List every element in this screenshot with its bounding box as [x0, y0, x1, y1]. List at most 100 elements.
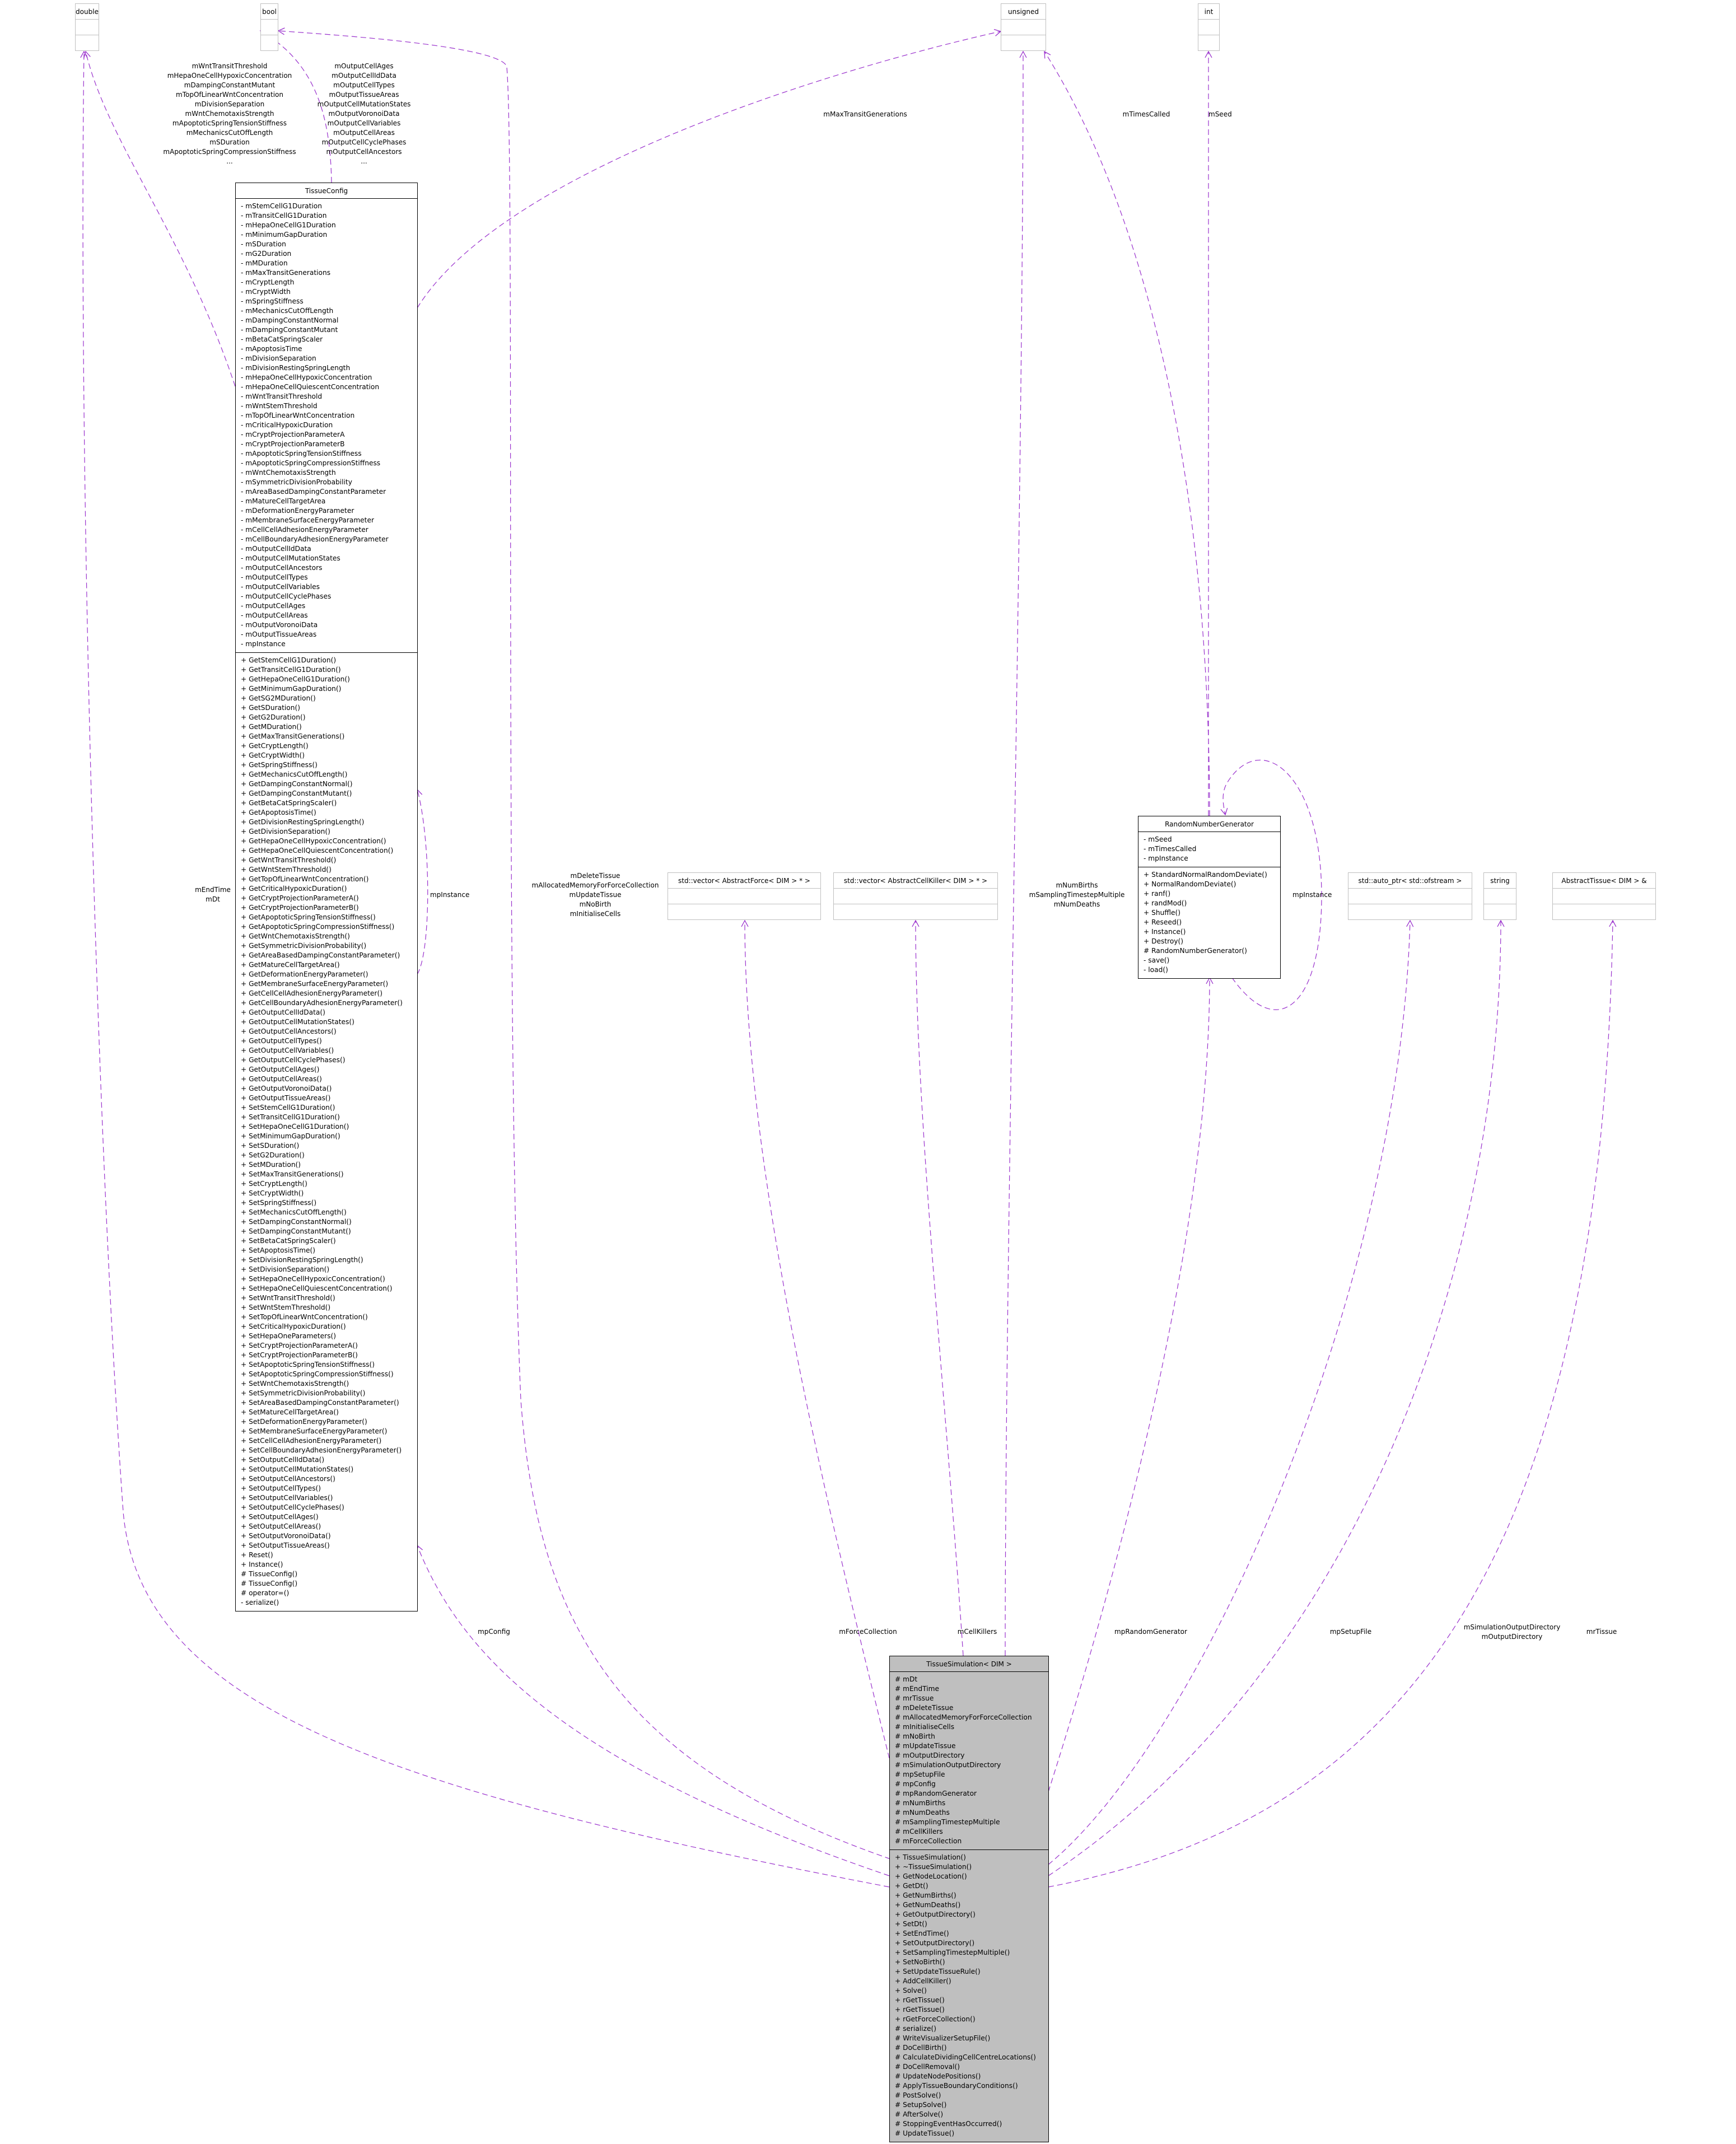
member-item: - mHepaOneCellG1Duration — [241, 221, 336, 229]
member-item: # TissueConfig() — [241, 1580, 298, 1587]
method-list: + GetStemCellG1Duration() + GetTransitCel… — [236, 653, 417, 1611]
edge-label-line: mWntChemotaxisStrength — [185, 110, 274, 118]
member-item: + AddCellKiller() — [895, 1977, 951, 1985]
member-item: + SetApoptoticSpringCompressionStiffness… — [241, 1370, 394, 1378]
member-item: + GetApoptosisTime() — [241, 809, 316, 816]
member-item: # mEndTime — [895, 1685, 939, 1693]
member-item: - mpInstance — [241, 640, 286, 648]
type-box-bool[interactable]: bool — [260, 3, 278, 51]
member-item: + SetSymmetricDivisionProbability() — [241, 1389, 366, 1397]
member-item: - mCryptLength — [241, 278, 295, 286]
type-box-vector-killer[interactable]: std::vector< AbstractCellKiller< DIM > *… — [833, 872, 998, 920]
member-item: + SetDt() — [895, 1920, 927, 1928]
member-item: - mOutputCellAncestors — [241, 564, 323, 572]
member-item: + SetApoptosisTime() — [241, 1246, 316, 1254]
member-item: + SetNoBirth() — [895, 1958, 945, 1966]
edge-label-line: mSDuration — [209, 138, 250, 146]
member-item: # mCellKillers — [895, 1828, 943, 1835]
member-item: - mCellCellAdhesionEnergyParameter — [241, 526, 368, 534]
member-item: # PostSolve() — [895, 2091, 941, 2099]
member-item: # mOutputDirectory — [895, 1751, 965, 1759]
type-box-vector-force[interactable]: std::vector< AbstractForce< DIM > * > — [668, 872, 821, 920]
member-item: + GetBetaCatSpringScaler() — [241, 799, 337, 807]
edge-label-line: mpInstance — [1292, 891, 1332, 899]
member-item: + SetOutputDirectory() — [895, 1939, 975, 1947]
member-item: + SetHepaOneCellG1Duration() — [241, 1123, 349, 1131]
edge-label-line: mNumDeaths — [1053, 900, 1100, 908]
member-item: - mTransitCellG1Duration — [241, 212, 327, 219]
edge-label-line: mNumBirths — [1056, 881, 1098, 889]
class-box-tissue-config[interactable]: TissueConfig - mStemCellG1Duration - mTra… — [235, 183, 418, 1611]
type-box-double[interactable]: double — [75, 3, 99, 51]
edge-label-rng-int: mSeed — [1208, 110, 1232, 119]
edge-label-line: mInitialiseCells — [570, 910, 621, 918]
member-item: + SetMaxTransitGenerations() — [241, 1170, 344, 1178]
edge-label-line: mpSetupFile — [1329, 1628, 1372, 1636]
member-item: + SetCriticalHypoxicDuration() — [241, 1323, 346, 1330]
member-item: - mCryptProjectionParameterA — [241, 431, 345, 438]
member-item: - mWntStemThreshold — [241, 402, 318, 410]
member-item: + SetHepaOneCellHypoxicConcentration() — [241, 1275, 385, 1283]
member-item: + Shuffle() — [1144, 909, 1181, 917]
member-item: + GetWntStemThreshold() — [241, 866, 332, 874]
type-box-string[interactable]: string — [1483, 872, 1516, 920]
member-item: - mOutputCellVariables — [241, 583, 320, 591]
member-item: - mMDuration — [241, 259, 288, 267]
edge-label-config-bool: mOutputCellAges mOutputCellIdData mOutputC… — [318, 62, 411, 166]
member-item: + GetDampingConstantMutant() — [241, 790, 352, 797]
member-item: + SetDeformationEnergyParameter() — [241, 1418, 367, 1426]
member-item: + SetMinimumGapDuration() — [241, 1132, 340, 1140]
member-item: - mSymmetricDivisionProbability — [241, 478, 352, 486]
member-item: - mDivisionSeparation — [241, 354, 316, 362]
member-item: + GetHepaOneCellG1Duration() — [241, 675, 350, 683]
member-item: + rGetTissue() — [895, 2006, 945, 2014]
edge-label-line: mTopOfLinearWntConcentration — [176, 91, 283, 99]
edge-label-line: mOutputCellIdData — [332, 72, 396, 80]
member-item: + GetG2Duration() — [241, 713, 306, 721]
edge-label-line: mCellKillers — [957, 1628, 997, 1636]
edge-label-line: mOutputCellTypes — [333, 81, 395, 89]
member-item: - mG2Duration — [241, 250, 292, 258]
member-item: + SetOutputCellCyclePhases() — [241, 1503, 344, 1511]
type-box-abstract-tissue[interactable]: AbstractTissue< DIM > & — [1552, 872, 1656, 920]
edge-label-sim-config: mpConfig — [478, 1627, 510, 1637]
edge-label-line: mOutputTissueAreas — [329, 91, 399, 99]
member-item: - mOutputCellMutationStates — [241, 554, 340, 562]
member-item: + SetCryptProjectionParameterB() — [241, 1351, 358, 1359]
member-item: + SetMDuration() — [241, 1161, 301, 1169]
member-item: + SetDivisionRestingSpringLength() — [241, 1256, 363, 1264]
type-box-unsigned[interactable]: unsigned — [1001, 3, 1046, 51]
type-box-int[interactable]: int — [1198, 3, 1220, 51]
edge-label-sim-rng: mpRandomGenerator — [1114, 1627, 1187, 1637]
member-item: + SetHepaOneCellQuiescentConcentration() — [241, 1284, 393, 1292]
class-box-random-number-generator[interactable]: RandomNumberGenerator - mSeed - mTimesCal… — [1138, 816, 1281, 979]
class-box-tissue-simulation[interactable]: TissueSimulation< DIM > # mDt # mEndTime #… — [889, 1656, 1049, 2142]
type-box-auto-ptr[interactable]: std::auto_ptr< std::ofstream > — [1348, 872, 1472, 920]
edge-sim-autoptr — [1048, 919, 1414, 1865]
edge-label-rng-self: mpInstance — [1292, 890, 1332, 900]
member-item: # mAllocatedMemoryForForceCollection — [895, 1713, 1032, 1721]
member-item: + GetOutputCellAreas() — [241, 1075, 322, 1083]
edge-config-self — [415, 788, 428, 975]
member-item: + SetOutputCellIdData() — [241, 1456, 325, 1464]
member-item: - mMaxTransitGenerations — [241, 269, 331, 277]
member-item: - mMinimumGapDuration — [241, 231, 328, 239]
edge-label-line: mWntTransitThreshold — [192, 62, 268, 70]
member-item: + SetDampingConstantMutant() — [241, 1227, 351, 1235]
member-item: - mCellBoundaryAdhesionEnergyParameter — [241, 535, 389, 543]
member-item: - mHepaOneCellHypoxicConcentration — [241, 373, 372, 381]
member-item: + Solve() — [895, 1987, 927, 1994]
member-item: + TissueSimulation() — [895, 1853, 966, 1861]
member-item: # mNumBirths — [895, 1799, 946, 1807]
member-item: + GetSDuration() — [241, 704, 300, 712]
member-item: + GetOutputDirectory() — [895, 1911, 976, 1918]
member-item: + Reset() — [241, 1551, 273, 1559]
member-item: - load() — [1144, 966, 1168, 974]
member-item: + GetOutputTissueAreas() — [241, 1094, 331, 1102]
edge-sim-unsigned — [1005, 50, 1027, 1656]
member-item: # DoCellRemoval() — [895, 2063, 960, 2071]
edge-label-sim-double: mEndTime mDt — [195, 885, 231, 904]
member-item: + GetOutputCellIdData() — [241, 1008, 325, 1016]
member-item: + SetOutputCellAreas() — [241, 1522, 321, 1530]
edge-label-line: mOutputCellAncestors — [326, 148, 402, 156]
